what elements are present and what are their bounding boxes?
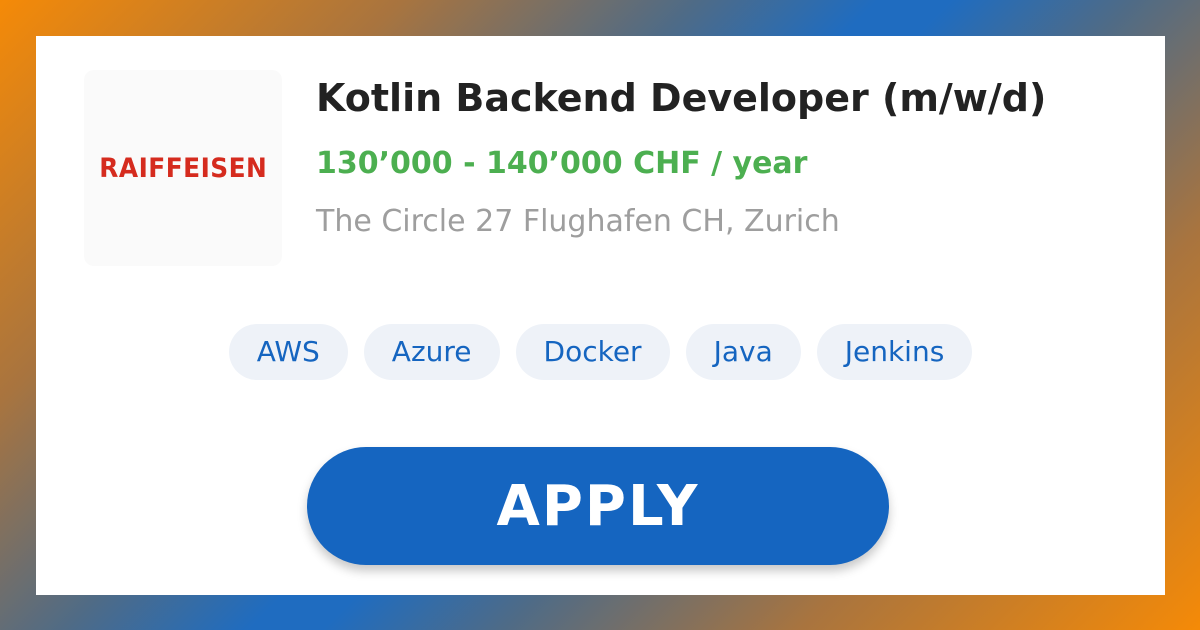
- tag-java: Java: [685, 324, 801, 380]
- tag-aws: AWS: [228, 324, 348, 380]
- tag-jenkins: Jenkins: [816, 324, 973, 380]
- apply-button[interactable]: APPLY: [307, 447, 889, 565]
- tag-azure: Azure: [363, 324, 500, 380]
- company-logo-text: RAIFFEISEN: [98, 152, 267, 184]
- job-title: Kotlin Backend Developer (m/w/d): [316, 76, 1047, 120]
- skill-tags: AWS Azure Docker Java Jenkins: [36, 324, 1165, 380]
- job-card: RAIFFEISEN Kotlin Backend Developer (m/w…: [36, 36, 1165, 595]
- company-logo: RAIFFEISEN: [84, 70, 282, 266]
- job-location: The Circle 27 Flughafen CH, Zurich: [316, 204, 840, 239]
- tag-docker: Docker: [515, 324, 670, 380]
- salary-range: 130’000 - 140’000 CHF / year: [316, 146, 808, 181]
